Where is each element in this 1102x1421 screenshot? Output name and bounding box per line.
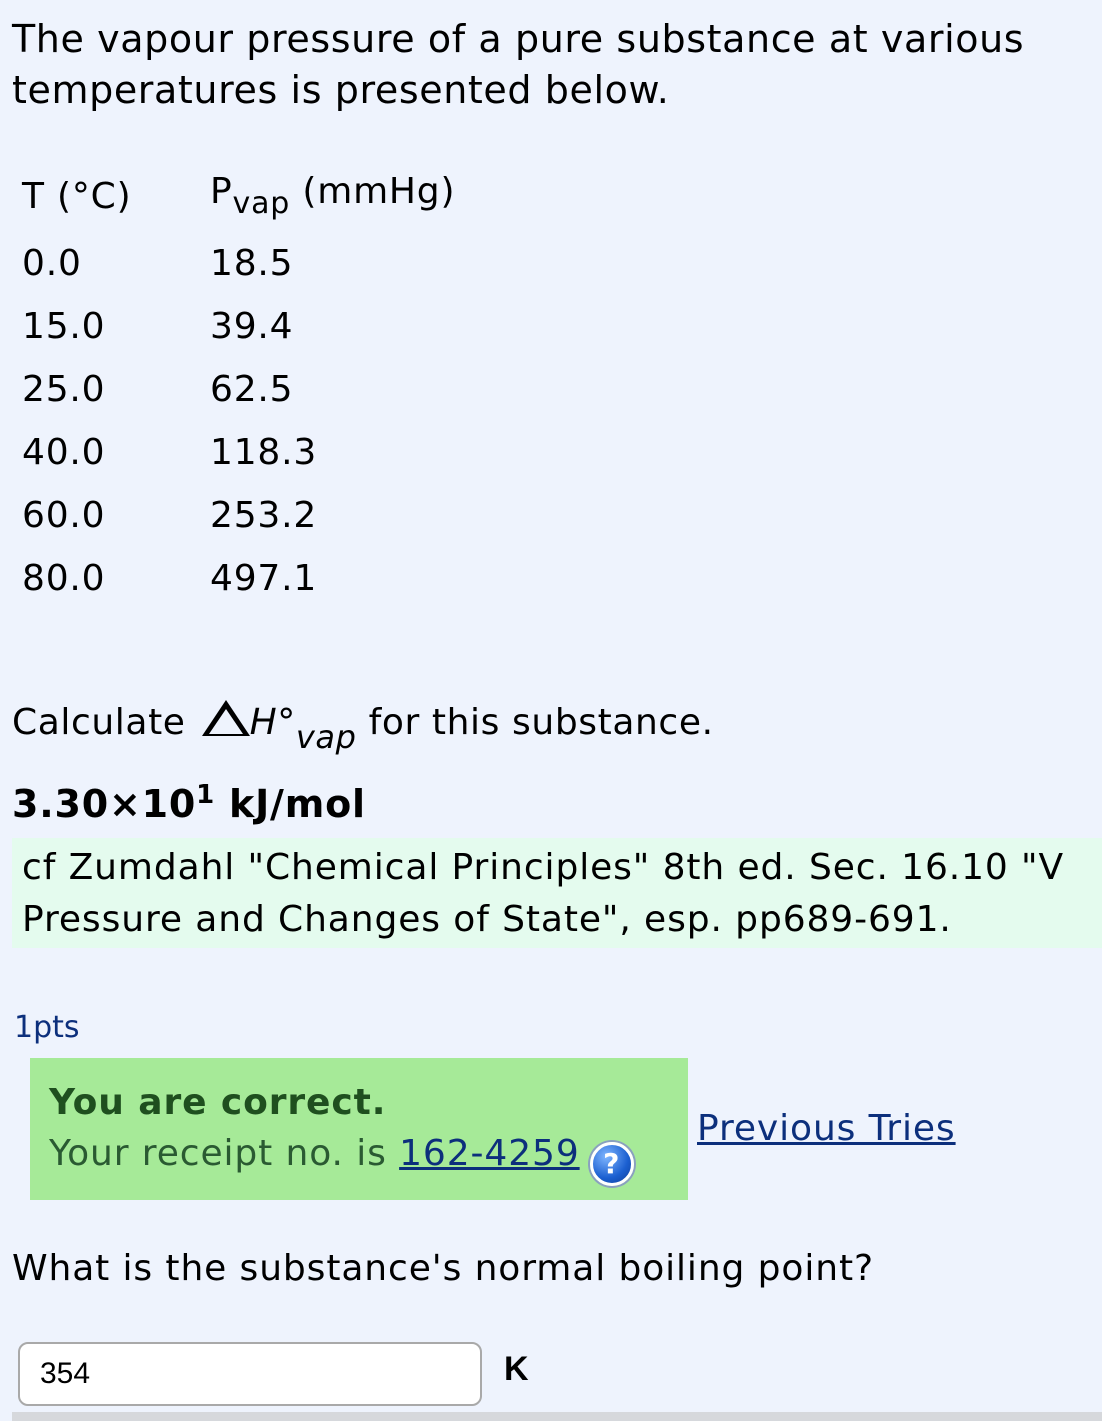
enthalpy-answer: 3.30×101 kJ/mol <box>12 780 366 826</box>
vapour-pressure-table: T (°C) Pvap (mmHg) 0.0 18.5 15.0 39.4 25.0… <box>22 160 455 610</box>
table-row: 0.0 18.5 <box>22 232 455 295</box>
enthalpy-symbol: H°vap <box>249 702 357 756</box>
correct-feedback-box: You are correct. Your receipt no. is 162… <box>30 1058 688 1200</box>
table-row: 60.0 253.2 <box>22 484 455 547</box>
temperature-cell: 40.0 <box>22 432 106 473</box>
table-row: 15.0 39.4 <box>22 295 455 358</box>
table-row: 25.0 62.5 <box>22 358 455 421</box>
bottom-divider <box>12 1412 1102 1421</box>
pressure-cell: 62.5 <box>210 369 294 410</box>
temperature-cell: 25.0 <box>22 369 106 410</box>
hint-text: cf Zumdahl "Chemical Principles" 8th ed.… <box>22 847 1065 940</box>
pressure-cell: 18.5 <box>210 243 294 284</box>
boiling-point-input[interactable] <box>18 1342 482 1406</box>
pressure-cell: 118.3 <box>210 432 318 473</box>
table-header-row: T (°C) Pvap (mmHg) <box>22 160 455 232</box>
temperature-cell: 15.0 <box>22 306 106 347</box>
delta-icon <box>201 700 250 736</box>
header-temperature: T (°C) <box>22 175 132 217</box>
intro-text: The vapour pressure of a pure substance … <box>12 17 1025 112</box>
table-row: 40.0 118.3 <box>22 421 455 484</box>
previous-tries-link[interactable]: Previous Tries <box>697 1108 956 1149</box>
header-pressure: Pvap (mmHg) <box>210 171 456 221</box>
pressure-cell: 497.1 <box>210 558 318 599</box>
receipt-link[interactable]: 162-4259 <box>399 1133 580 1174</box>
table-row: 80.0 497.1 <box>22 547 455 610</box>
receipt-line: Your receipt no. is 162-4259? <box>49 1128 688 1186</box>
question-enthalpy: Calculate H°vap for this substance. <box>12 700 714 756</box>
temperature-cell: 80.0 <box>22 558 106 599</box>
feedback-title: You are correct. <box>49 1082 387 1123</box>
temperature-cell: 60.0 <box>22 495 106 536</box>
points-label: 1pts <box>14 1010 80 1045</box>
hint-box: cf Zumdahl "Chemical Principles" 8th ed.… <box>12 838 1102 948</box>
unit-label: K <box>504 1350 529 1388</box>
help-icon[interactable]: ? <box>589 1142 634 1186</box>
question-boiling-point: What is the substance's normal boiling p… <box>12 1248 874 1289</box>
temperature-cell: 0.0 <box>22 243 82 284</box>
pressure-cell: 253.2 <box>210 495 318 536</box>
pressure-cell: 39.4 <box>210 306 294 347</box>
